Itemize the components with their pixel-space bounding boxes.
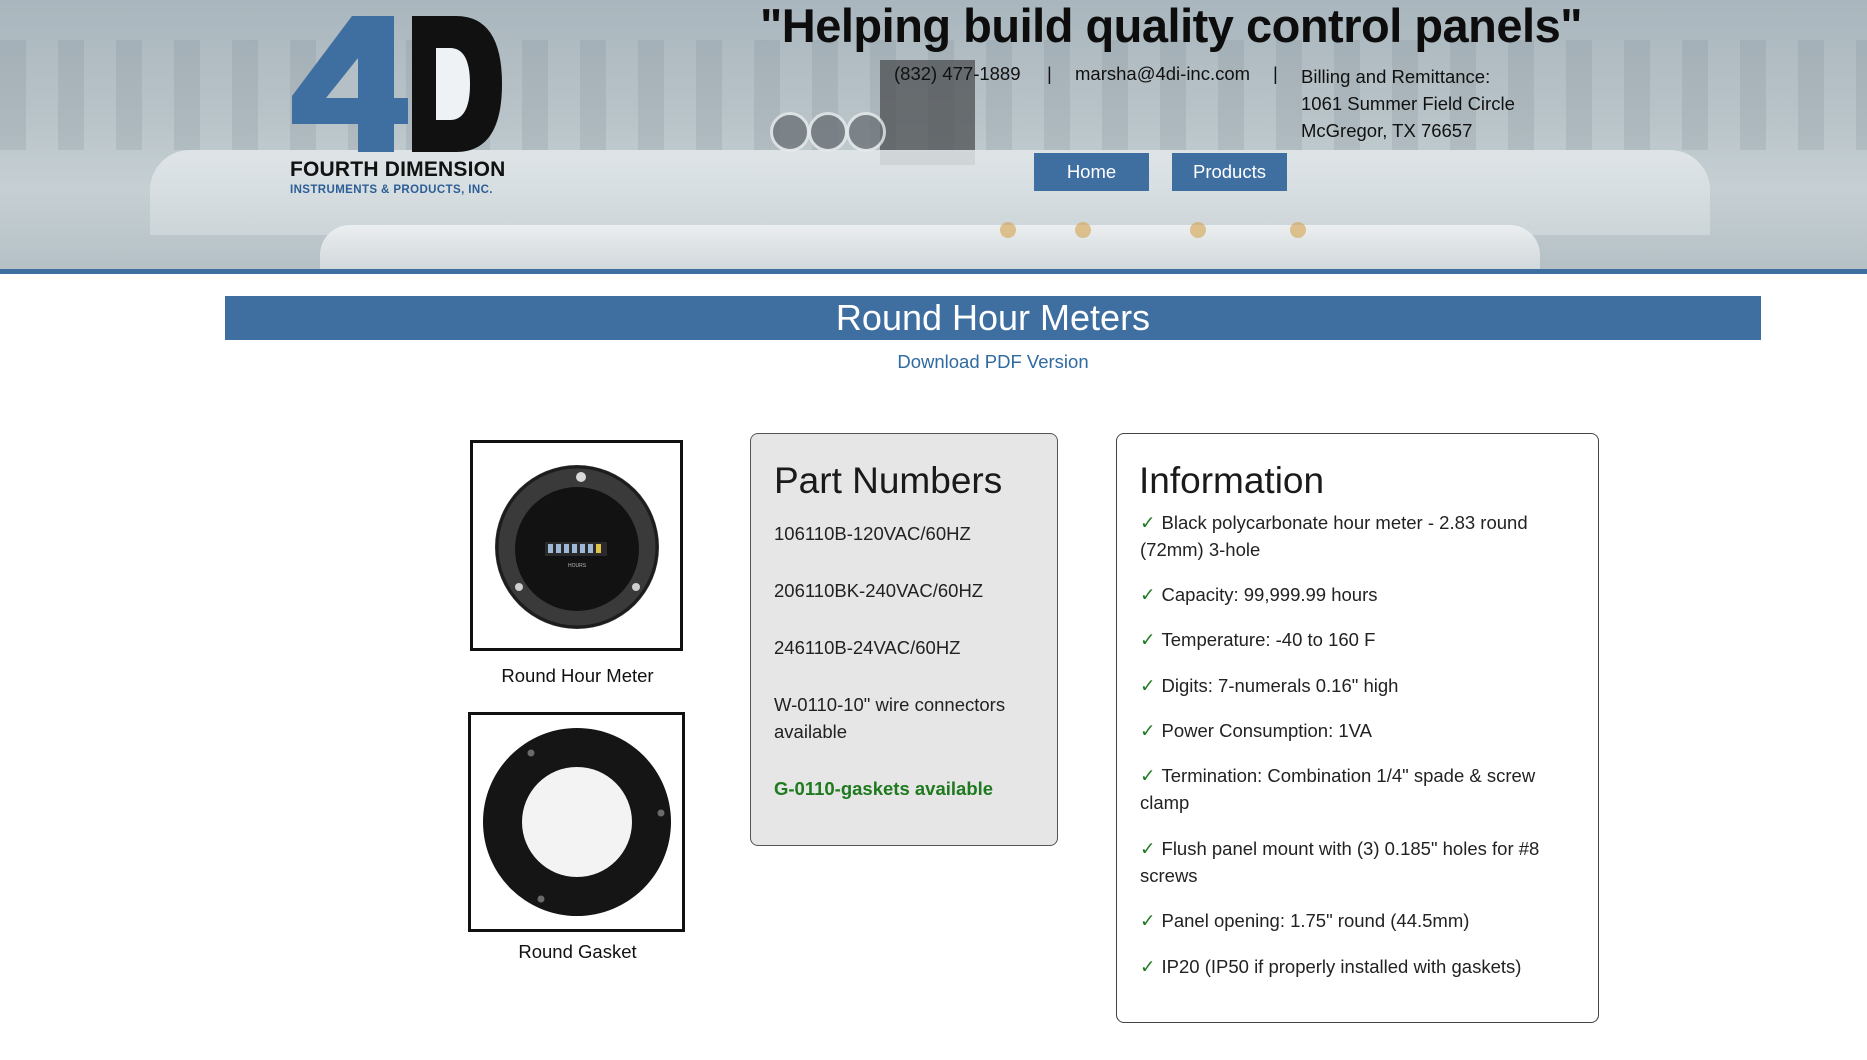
page-title: Round Hour Meters	[225, 296, 1761, 340]
info-item: ✓ IP20 (IP50 if properly installed with g…	[1140, 953, 1560, 980]
billing-line: Billing and Remittance:	[1301, 66, 1491, 87]
part-number-item: 206110BK-240VAC/60HZ	[774, 580, 984, 601]
banner-console-lower-desk	[320, 225, 1540, 269]
billing-address: Billing and Remittance: 1061 Summer Fiel…	[1301, 63, 1515, 144]
info-item: ✓ Panel opening: 1.75" round (44.5mm)	[1140, 907, 1560, 934]
info-item: ✓ Temperature: -40 to 160 F	[1140, 626, 1560, 653]
header-banner: FOURTH DIMENSION INSTRUMENTS & PRODUCTS,…	[0, 0, 1867, 269]
check-icon: ✓	[1140, 910, 1156, 931]
header-divider	[0, 269, 1867, 274]
banner-dial	[808, 112, 848, 152]
meter-face-label: HOURS	[568, 563, 587, 569]
hour-meter-picture: HOURS	[495, 465, 659, 629]
info-item: ✓ Digits: 7-numerals 0.16" high	[1140, 672, 1560, 699]
nav-home-button[interactable]: Home	[1034, 153, 1149, 191]
contact-separator: |	[1047, 63, 1052, 84]
banner-dial	[846, 112, 886, 152]
check-icon: ✓	[1140, 720, 1156, 741]
billing-line: McGregor, TX 76657	[1301, 120, 1473, 141]
email-link[interactable]: marsha@4di-inc.com	[1075, 63, 1250, 85]
info-item: ✓ Power Consumption: 1VA	[1140, 717, 1560, 744]
information-card: Information ✓ Black polycarbonate hour me…	[1116, 433, 1599, 1023]
info-item: ✓ Capacity: 99,999.99 hours	[1140, 581, 1560, 608]
part-number-item: 106110B-120VAC/60HZ	[774, 523, 971, 544]
part-number-item: 246110B-24VAC/60HZ	[774, 637, 961, 658]
phone-number[interactable]: (832) 477-1889	[894, 63, 1021, 85]
download-pdf-link[interactable]: Download PDF Version	[0, 351, 1867, 373]
part-numbers-heading: Part Numbers	[774, 460, 1003, 501]
company-logo[interactable]: FOURTH DIMENSION INSTRUMENTS & PRODUCTS,…	[290, 14, 510, 196]
info-item-text: Termination: Combination 1/4" spade & sc…	[1140, 765, 1536, 813]
info-item: ✓ Flush panel mount with (3) 0.185" holes…	[1140, 835, 1560, 889]
information-heading: Information	[1139, 460, 1325, 501]
info-item-text: Panel opening: 1.75" round (44.5mm)	[1161, 910, 1470, 931]
info-item-text: Temperature: -40 to 160 F	[1161, 629, 1376, 650]
header-slogan: "Helping build quality control panels"	[760, 0, 1583, 52]
banner-knob	[1190, 222, 1206, 238]
info-item-text: Power Consumption: 1VA	[1161, 720, 1372, 741]
check-icon: ✓	[1140, 765, 1156, 786]
round-gasket-caption: Round Gasket	[518, 941, 637, 962]
banner-knob	[1290, 222, 1306, 238]
billing-line: 1061 Summer Field Circle	[1301, 93, 1515, 114]
info-item: ✓ Black polycarbonate hour meter - 2.83 r…	[1140, 509, 1560, 563]
info-item-text: Flush panel mount with (3) 0.185" holes …	[1140, 838, 1540, 886]
check-icon: ✓	[1140, 629, 1156, 650]
banner-knob	[1000, 222, 1016, 238]
logo-4d-mark	[292, 16, 502, 152]
banner-knob	[1075, 222, 1091, 238]
round-hour-meter-caption: Round Hour Meter	[501, 665, 654, 686]
info-item: ✓ Termination: Combination 1/4" spade & s…	[1140, 762, 1560, 816]
nav-products-button[interactable]: Products	[1172, 153, 1287, 191]
logo-company-name: FOURTH DIMENSION	[290, 158, 506, 181]
part-numbers-card: Part Numbers 106110B-120VAC/60HZ 206110B…	[750, 433, 1058, 846]
gaskets-available-note: G-0110-gaskets available	[774, 778, 994, 799]
check-icon: ✓	[1140, 675, 1156, 696]
logo-company-subtitle: INSTRUMENTS & PRODUCTS, INC.	[290, 184, 493, 196]
contact-separator: |	[1273, 63, 1278, 84]
info-item-text: Capacity: 99,999.99 hours	[1161, 584, 1378, 605]
gasket-picture	[483, 728, 671, 916]
info-item-text: Black polycarbonate hour meter - 2.83 ro…	[1140, 512, 1528, 560]
part-number-item: W-0110-10" wire connectors available	[774, 694, 1006, 742]
info-item-text: Digits: 7-numerals 0.16" high	[1161, 675, 1399, 696]
check-icon: ✓	[1140, 512, 1156, 533]
check-icon: ✓	[1140, 956, 1156, 977]
check-icon: ✓	[1140, 584, 1156, 605]
check-icon: ✓	[1140, 838, 1156, 859]
round-hour-meter-image[interactable]: HOURS	[470, 440, 683, 651]
info-item-text: IP20 (IP50 if properly installed with ga…	[1161, 956, 1522, 977]
round-gasket-image[interactable]	[468, 712, 685, 932]
banner-dial	[770, 112, 810, 152]
